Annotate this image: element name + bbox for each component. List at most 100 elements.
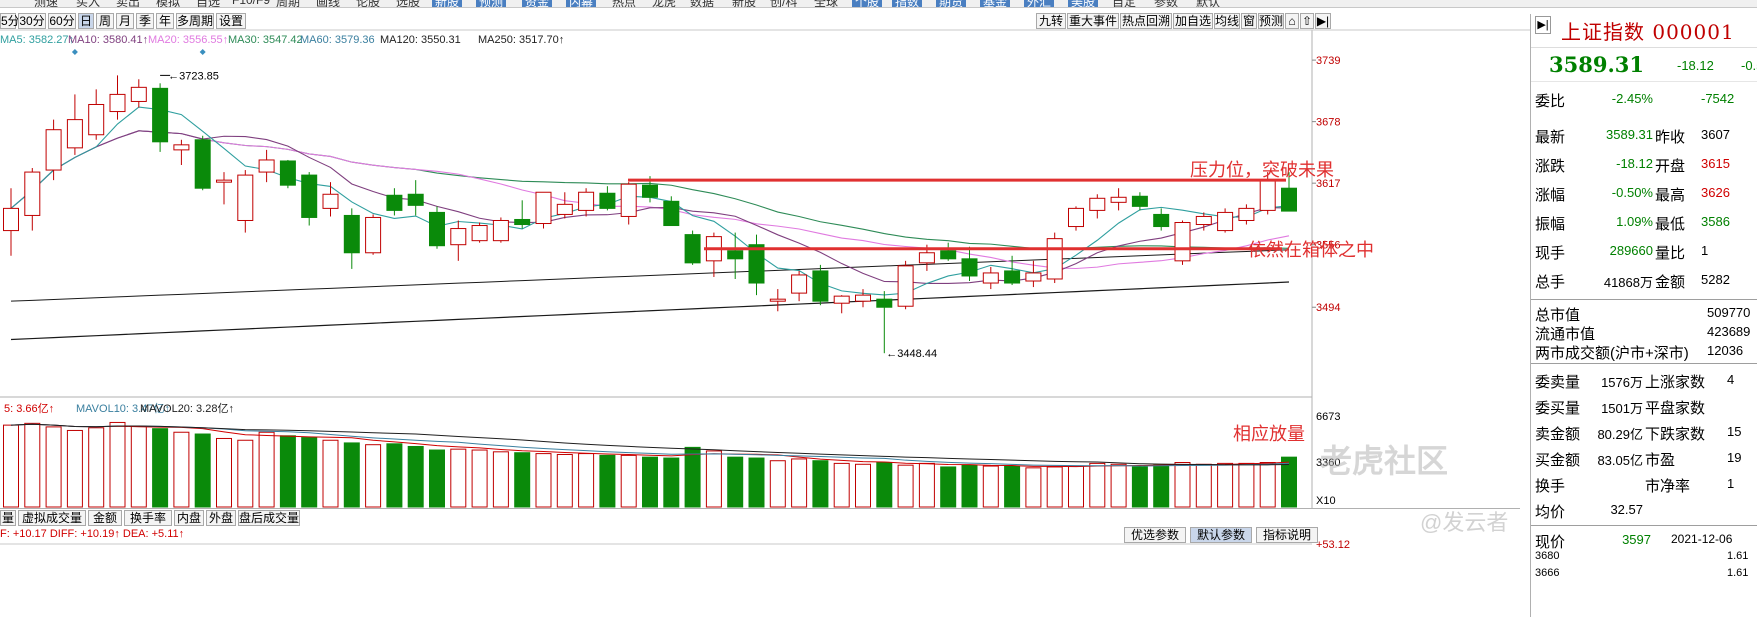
quote-value: -18.12 [1616,156,1653,171]
indicator-tab[interactable]: 内盘 [174,510,204,526]
indicator-tab[interactable]: 盘后成交量 [238,510,300,526]
volume-bar [812,460,829,508]
candle-body [3,207,19,232]
quote-value: 3589.31 [1606,127,1653,142]
candle-body [322,193,339,209]
volume-bar [152,428,169,508]
volume-bar [429,449,445,508]
volume-bar [279,435,296,508]
candle-body [365,216,382,254]
candle-body [1110,196,1127,203]
tick-row: 3666 1.61 [1531,566,1757,583]
candle-body [24,171,41,216]
indicator-tab[interactable]: 金额 [88,510,122,526]
candle-body [1089,197,1106,211]
quote-value: -7542 [1701,91,1735,106]
macd-axis-value: +53.12 [1316,539,1350,551]
tick-price: 3666 [1535,567,1560,579]
volume-bar [791,458,808,508]
volume-bar [386,443,403,508]
quote-value: 32.57 [1610,502,1643,517]
quote-row: 委比 -2.45% -7542 [1531,86,1757,112]
candle-body [918,252,935,264]
quote-label: 委比 [1535,93,1566,110]
tick-row: 3680 1.61 [1531,549,1757,566]
indicator-tab[interactable]: 虚拟成交量 [18,510,86,526]
volume-bar [1153,464,1170,508]
ma120-line [10,249,1290,302]
quote-value: 4 [1727,372,1735,387]
quote-label: 均价 [1535,504,1566,521]
volume-bar [940,466,957,508]
event-marker-icon[interactable] [71,49,78,55]
volume-bar [705,450,722,508]
vol-axis-unit: X10 [1316,495,1336,507]
quote-label: 涨幅 [1535,187,1566,204]
quote-row: 总手 41868万 金额 5282 [1531,267,1757,293]
volume-bar [1195,463,1212,508]
quote-label: 最新 [1535,129,1566,146]
volume-bar [301,437,318,508]
candle-body [599,192,616,209]
quote-value: 12036 [1707,343,1744,358]
candle-body [450,228,467,246]
indicator-tab[interactable]: 量 [0,510,16,526]
quote-value: 1.09% [1616,214,1653,229]
param-tab[interactable]: 默认参数 [1190,527,1252,543]
volume-bar [961,464,978,508]
quote-value: -2.45% [1611,91,1653,106]
current-price: 3589.31 [1549,52,1644,77]
volume-bar [897,464,914,508]
volume-bar [620,454,637,508]
candle-body [1195,215,1212,226]
param-tab[interactable]: 优选参数 [1124,527,1186,543]
volume-bar [1068,465,1084,508]
quote-row: 委卖量 1576万 上涨家数 4 [1531,367,1757,393]
y-tick-label: 3678 [1316,117,1340,129]
volume-bar [258,431,275,508]
volume-bar [1238,462,1255,508]
volume-bar [684,446,701,508]
candle-body [407,193,424,206]
candle-body [88,103,105,136]
watermark-logo: 老虎社区 [1320,443,1449,479]
volume-bar [748,457,765,508]
candle-body [961,258,978,277]
quote-value: 1576万 [1601,375,1643,390]
panel-toggle-icon[interactable]: ▶| [1535,16,1551,34]
quote-value: 1 [1701,243,1709,258]
quote-value: 3597 [1622,532,1651,547]
candle-body [535,191,552,225]
volume-bar [1259,462,1276,508]
volume-bar [599,454,616,508]
volume-bar [642,456,658,508]
volume-bar [876,462,893,508]
quote-label: 量比 [1655,245,1686,262]
quote-value: 15 [1727,424,1742,439]
resistance-annotation: 压力位，突破未果 [1190,160,1334,180]
volume-bar [578,453,595,508]
param-tab[interactable]: 指标说明 [1256,527,1318,543]
volume-bar [918,462,935,508]
indicator-tab[interactable]: 外盘 [206,510,236,526]
candle-body [897,265,914,307]
quote-label: 两市成交额(沪市+深市) [1535,345,1689,362]
quote-row: 两市成交额(沪市+深市) 12036 [1531,338,1757,364]
volume-bar [343,442,360,508]
indicator-tab[interactable]: 换手率 [124,510,172,526]
candle-body [1174,222,1191,262]
candle-body [152,87,169,143]
quote-label: 下跌家数 [1645,426,1706,443]
ma250-line [10,281,1290,341]
tick-date: 2021-12-06 [1671,532,1733,546]
event-marker-icon[interactable] [199,49,206,55]
candle-body [1217,211,1234,232]
volume-bar [492,451,509,508]
box-annotation: 依然在箱体之中 [1248,240,1374,260]
tick-price: 3680 [1535,550,1560,562]
candle-body [429,211,445,247]
quote-label: 开盘 [1655,158,1686,175]
candle-body [66,119,83,149]
candle-body [45,129,62,171]
quote-row: 涨幅 -0.50% 最高 3626 [1531,180,1757,206]
